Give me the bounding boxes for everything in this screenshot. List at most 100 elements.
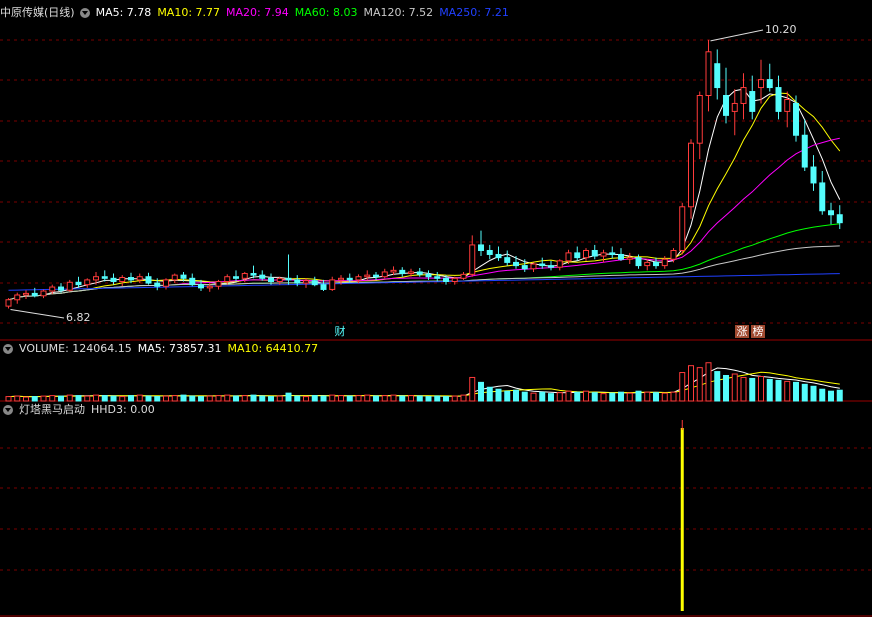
event-marker-zhang[interactable]: 涨 (735, 325, 749, 338)
candle-body (119, 277, 126, 282)
volume-bar (740, 376, 747, 402)
signal-bars (680, 420, 684, 611)
chart-canvas[interactable] (0, 0, 872, 617)
candle-body (75, 281, 82, 286)
ma250-label: MA250: 7.21 (439, 6, 509, 19)
candle-body (583, 249, 589, 259)
candle-body (696, 95, 703, 144)
candle-body (460, 273, 467, 279)
candle-body (565, 252, 572, 262)
volume-bar (521, 391, 528, 402)
panel-toggle-icon[interactable] (79, 8, 90, 18)
candle-body (661, 258, 668, 267)
candle-body (539, 263, 546, 267)
ma120-label: MA120: 7.52 (363, 6, 434, 19)
volume-bar (329, 394, 336, 402)
volume-bar (618, 391, 624, 402)
volume-bar (320, 395, 327, 402)
event-marker-cai[interactable]: 财 (333, 325, 347, 338)
candle-body (819, 182, 826, 212)
volume-bar (714, 371, 721, 402)
volume-toggle-icon[interactable] (3, 344, 13, 354)
price-panel-header: 中原传媒(日线) MA5: 7.78 MA10: 7.77 MA20: 7.94 MA6… (0, 5, 515, 21)
candle-body (399, 269, 406, 275)
candle-body (425, 273, 432, 278)
candle-body (513, 261, 519, 267)
candle-body (836, 214, 843, 224)
volume-bar (154, 396, 161, 402)
volume-ma5-label: MA5: 73857.31 (137, 342, 222, 355)
hhd3-signal-tip (681, 420, 683, 430)
candle-body (469, 244, 476, 275)
candle-body (163, 279, 169, 287)
volume-bar (451, 395, 458, 402)
volume-bar (583, 390, 589, 402)
candle-body (373, 274, 379, 278)
volume-bar (163, 395, 169, 402)
candle-body (416, 271, 423, 275)
volume-bar (390, 394, 397, 402)
candle-body (329, 279, 336, 290)
stock-name: 中原传媒(日线) (0, 6, 75, 19)
volume-bar (801, 383, 808, 402)
volume-bar (241, 395, 248, 402)
volume-bar (696, 367, 703, 402)
candlesticks (5, 39, 843, 309)
candle-body (758, 79, 764, 89)
volume-bar (565, 390, 572, 402)
volume-bar (504, 390, 511, 402)
event-marker-bang[interactable]: 榜 (751, 325, 765, 338)
volume-bar (819, 388, 826, 402)
volume-bar (749, 377, 756, 402)
volume-bar (425, 396, 432, 402)
candle-body (793, 102, 799, 136)
candle-body (338, 277, 344, 281)
volume-bar (268, 396, 274, 402)
volume-bar (810, 385, 817, 402)
candle-body (14, 294, 21, 301)
volume-bar (259, 395, 266, 402)
volume-bar (364, 394, 371, 402)
volume-bar (635, 390, 642, 402)
candle-body (679, 206, 686, 251)
hhd3-label: HHD3: 0.00 (91, 403, 155, 416)
volume-bar (49, 395, 56, 402)
candle-body (521, 265, 528, 270)
ma10-label: MA10: 7.77 (157, 6, 221, 19)
ma60-label: MA60: 8.03 (294, 6, 358, 19)
candle-body (233, 276, 239, 279)
candle-body (5, 299, 12, 307)
volume-bar (784, 380, 791, 402)
candle-body (355, 276, 362, 281)
candle-body (828, 210, 834, 216)
volume-bar (574, 391, 581, 402)
low-price-mark: 6.82 (66, 311, 91, 324)
volume-bar (513, 389, 519, 402)
candle-body (810, 166, 817, 184)
volume-bar (591, 392, 598, 402)
indicator-toggle-icon[interactable] (3, 405, 13, 415)
candle-body (49, 286, 56, 292)
candle-body (486, 249, 493, 255)
volume-bar (23, 396, 29, 402)
candle-body (110, 277, 117, 282)
candle-body (451, 277, 458, 282)
candle-body (766, 79, 773, 89)
candle-body (93, 276, 99, 281)
volume-bar (75, 395, 82, 402)
volume-bar (66, 394, 73, 402)
candle-body (775, 87, 782, 112)
candle-body (556, 260, 563, 268)
volume-bar (723, 374, 729, 402)
candle-body (268, 277, 274, 282)
volume-panel-header: VOLUME: 124064.15 MA5: 73857.31 MA10: 6441… (0, 341, 324, 357)
candle-body (189, 277, 196, 286)
stock-chart-window: 中原传媒(日线) MA5: 7.78 MA10: 7.77 MA20: 7.94 MA6… (0, 0, 872, 617)
indicator-name: 灯塔黑马启动 (19, 403, 85, 416)
ma5-label: MA5: 7.78 (95, 6, 152, 19)
volume-bar (311, 395, 318, 402)
candle-body (626, 257, 633, 260)
volume-bar (189, 395, 196, 402)
volume-bar (661, 392, 668, 402)
candle-body (276, 277, 283, 282)
